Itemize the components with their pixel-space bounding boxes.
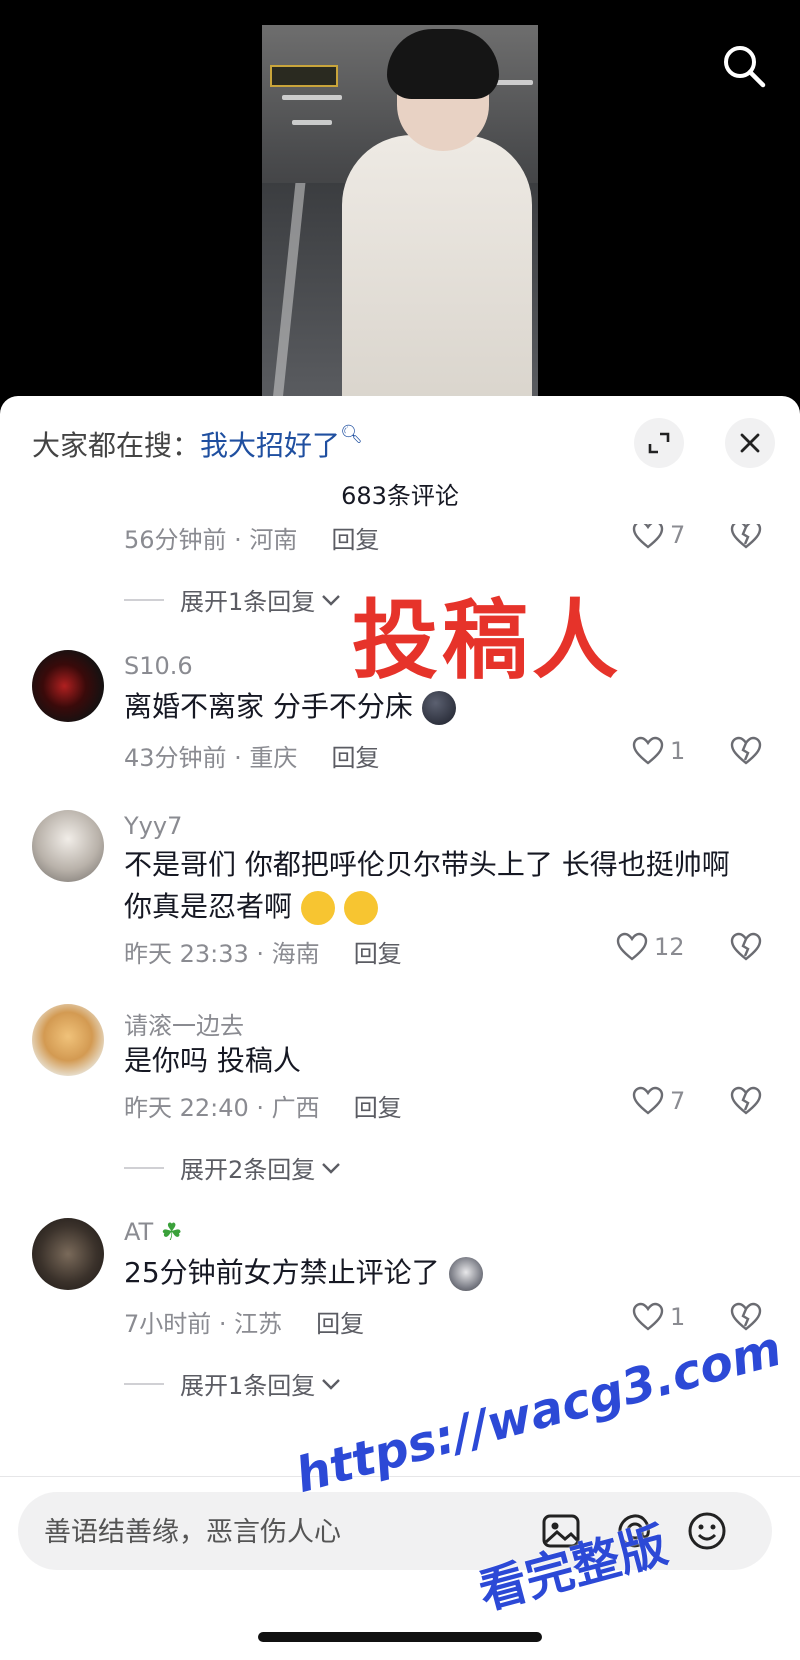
reply-button[interactable]: 回复 [331, 526, 379, 554]
avatar[interactable] [32, 650, 104, 722]
comment-text: 是你吗 投稿人 [124, 1044, 301, 1077]
comment-meta: 7小时前 · 江苏 回复 [124, 1304, 364, 1339]
heart-icon [616, 932, 648, 961]
like-count: 1 [670, 1303, 686, 1331]
reply-button[interactable]: 回复 [354, 1094, 402, 1122]
broken-heart-icon[interactable] [730, 524, 762, 550]
comment-username[interactable]: S10.6 [124, 652, 193, 680]
like-button[interactable]: 7 [632, 524, 685, 550]
comment-time-location: 56分钟前 · 河南 [124, 526, 298, 554]
trending-search-term[interactable]: 我大招好了 [200, 429, 340, 462]
comment-meta: 昨天 22:40 · 广西 回复 [124, 1088, 402, 1123]
expand-icon [648, 432, 670, 454]
broken-heart-icon[interactable] [730, 736, 762, 766]
like-count: 1 [670, 737, 686, 765]
laughing-crying-emoji-icon [300, 891, 335, 925]
chevron-down-icon [322, 594, 341, 606]
comment-username-text: AT [124, 1218, 154, 1246]
avatar[interactable] [32, 1218, 104, 1290]
reply-button[interactable]: 回复 [316, 1310, 364, 1338]
reply-button[interactable]: 回复 [331, 744, 379, 772]
comment-input[interactable] [42, 1508, 506, 1556]
divider-dash [124, 598, 164, 601]
heart-icon [632, 524, 664, 549]
reply-button[interactable]: 回复 [354, 940, 402, 968]
like-button[interactable]: 12 [616, 932, 685, 962]
like-button[interactable]: 7 [632, 1086, 685, 1116]
trending-search[interactable]: 大家都在搜：我大招好了🔍︎ [32, 424, 363, 464]
emoji-icon [421, 691, 456, 725]
comment-username[interactable]: Yyy7 [124, 812, 182, 840]
expand-replies-label: 展开1条回复 [180, 1372, 316, 1400]
heart-icon [632, 1086, 664, 1115]
like-count: 7 [670, 1087, 686, 1115]
heart-icon [632, 1302, 664, 1331]
expand-button[interactable] [634, 418, 684, 468]
comment-time-location: 昨天 23:33 · 海南 [124, 940, 320, 968]
comment-meta: 昨天 23:33 · 海南 回复 [124, 934, 402, 969]
overlay-caption: 投稿人 [352, 591, 622, 691]
close-icon [740, 433, 760, 453]
expand-replies-button[interactable]: 展开1条回复 [124, 582, 341, 617]
video-ceiling-light [292, 120, 332, 125]
video-person-hair [387, 29, 499, 99]
video-ceiling-light [282, 95, 342, 100]
comment-meta: 43分钟前 · 重庆 回复 [124, 738, 379, 773]
avatar[interactable] [32, 810, 104, 882]
expand-replies-button[interactable]: 展开1条回复 [124, 1366, 341, 1401]
expand-replies-label: 展开1条回复 [180, 588, 316, 616]
comment-count: 683条评论 [341, 482, 459, 510]
video-exit-sign [270, 65, 338, 87]
broken-heart-icon[interactable] [730, 1086, 762, 1116]
close-button[interactable] [725, 418, 775, 468]
comment-time-location: 昨天 22:40 · 广西 [124, 1094, 320, 1122]
heart-icon [632, 736, 664, 765]
comment-time-location: 7小时前 · 江苏 [124, 1310, 283, 1338]
chevron-down-icon [322, 1378, 341, 1390]
expand-replies-button[interactable]: 展开2条回复 [124, 1150, 341, 1185]
like-count: 12 [654, 933, 685, 961]
like-count: 7 [670, 524, 686, 549]
comment-text: 25分钟前女方禁止评论了 [124, 1252, 764, 1294]
small-search-icon: 🔍︎ [340, 424, 363, 445]
avatar[interactable] [32, 1004, 104, 1076]
comment-text: 不是哥们 你都把呼伦贝尔带头上了 长得也挺帅啊 你真是忍者啊 [124, 844, 764, 928]
expand-replies-label: 展开2条回复 [180, 1156, 316, 1184]
home-indicator[interactable] [258, 1632, 542, 1642]
comment-username[interactable]: 请滚一边去 [124, 1006, 244, 1041]
like-button[interactable]: 1 [632, 736, 685, 766]
trending-search-prefix: 大家都在搜： [32, 429, 201, 462]
divider-dash [124, 1166, 164, 1169]
divider-dash [124, 1382, 164, 1385]
search-icon[interactable] [720, 42, 768, 90]
broken-heart-icon[interactable] [730, 932, 762, 962]
laughing-crying-emoji-icon [343, 891, 378, 925]
comment-text-body: 25分钟前女方禁止评论了 [124, 1256, 440, 1289]
video-person-body [342, 135, 532, 400]
clover-icon: ☘︎ [160, 1218, 183, 1246]
comment-username[interactable]: AT ☘︎ [124, 1218, 182, 1246]
emoji-icon[interactable] [686, 1510, 728, 1552]
video-area[interactable] [0, 0, 800, 400]
dog-emoji-icon [448, 1257, 483, 1291]
video-thumbnail[interactable] [262, 25, 538, 400]
like-button[interactable]: 1 [632, 1302, 685, 1332]
comment-meta: 56分钟前 · 河南 回复 [124, 524, 379, 555]
comment-time-location: 43分钟前 · 重庆 [124, 744, 298, 772]
chevron-down-icon [322, 1162, 341, 1174]
comment-text-body: 不是哥们 你都把呼伦贝尔带头上了 长得也挺帅啊 你真是忍者啊 [124, 848, 730, 923]
